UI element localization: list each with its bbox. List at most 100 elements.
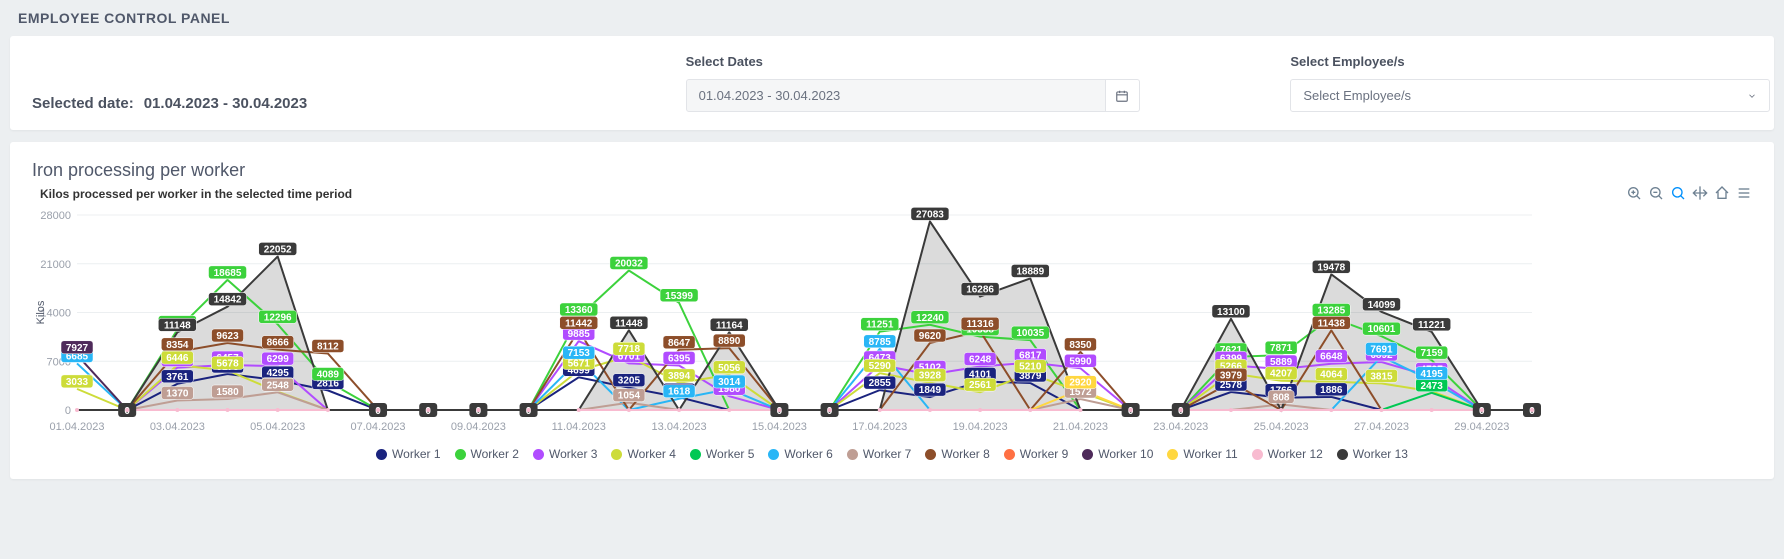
svg-text:11448: 11448 [615,318,643,329]
svg-text:1370: 1370 [166,388,189,399]
svg-text:10035: 10035 [1016,328,1044,339]
legend-item[interactable]: Worker 11 [1167,447,1237,461]
legend-dot [1252,449,1263,460]
svg-text:1849: 1849 [919,385,942,396]
svg-text:05.04.2023: 05.04.2023 [250,421,305,433]
legend-dot [768,449,779,460]
legend-item[interactable]: Worker 12 [1252,447,1323,461]
svg-text:28000: 28000 [40,210,71,222]
svg-text:12240: 12240 [916,313,944,324]
svg-text:17.04.2023: 17.04.2023 [852,421,907,433]
svg-text:27.04.2023: 27.04.2023 [1354,421,1409,433]
date-field-label: Select Dates [686,54,1271,69]
chart-subtitle: Kilos processed per worker in the select… [40,187,1752,201]
svg-text:2578: 2578 [1220,380,1243,391]
svg-text:3033: 3033 [66,377,89,388]
svg-text:5290: 5290 [869,361,892,372]
legend-label: Worker 4 [627,447,675,461]
svg-text:2473: 2473 [1421,381,1444,392]
legend-item[interactable]: Worker 9 [1004,447,1068,461]
calendar-button[interactable] [1106,79,1140,112]
legend-item[interactable]: Worker 10 [1082,447,1153,461]
legend-label: Worker 3 [549,447,597,461]
svg-text:0: 0 [65,405,71,417]
zoom-in-icon[interactable] [1626,185,1642,201]
svg-text:2548: 2548 [267,380,290,391]
svg-text:16286: 16286 [966,285,994,296]
filters-card: Selected date: 01.04.2023 - 30.04.2023 S… [10,36,1774,130]
date-range-input[interactable] [686,79,1106,112]
legend-item[interactable]: Worker 7 [847,447,911,461]
legend-label: Worker 8 [941,447,989,461]
svg-text:5056: 5056 [718,363,741,374]
svg-text:3761: 3761 [166,372,189,383]
legend-item[interactable]: Worker 4 [611,447,675,461]
svg-text:14099: 14099 [1368,300,1396,311]
svg-text:03.04.2023: 03.04.2023 [150,421,205,433]
svg-text:8354: 8354 [166,340,189,351]
svg-text:18889: 18889 [1016,266,1044,277]
svg-text:12296: 12296 [264,312,292,323]
svg-text:808: 808 [1273,392,1290,403]
employee-select[interactable]: Select Employee/s [1290,79,1770,112]
legend-item[interactable]: Worker 8 [925,447,989,461]
selected-date-value: 01.04.2023 - 30.04.2023 [144,95,307,112]
legend-label: Worker 12 [1268,447,1323,461]
svg-text:9623: 9623 [216,331,239,342]
legend-item[interactable]: Worker 5 [690,447,754,461]
selection-zoom-icon[interactable] [1670,185,1686,201]
svg-text:07.04.2023: 07.04.2023 [351,421,406,433]
svg-text:11316: 11316 [966,319,994,330]
svg-text:4195: 4195 [1421,369,1444,380]
svg-text:5678: 5678 [216,358,239,369]
chart-toolbar [1626,185,1752,201]
svg-text:13.04.2023: 13.04.2023 [652,421,707,433]
zoom-out-icon[interactable] [1648,185,1664,201]
svg-text:2561: 2561 [969,380,992,391]
svg-text:1886: 1886 [1320,385,1343,396]
svg-text:11221: 11221 [1418,320,1446,331]
svg-text:6395: 6395 [668,353,691,364]
svg-text:14842: 14842 [214,295,242,306]
svg-text:8647: 8647 [668,338,691,349]
legend-dot [690,449,701,460]
svg-text:5210: 5210 [1019,362,1042,373]
svg-text:5889: 5889 [1270,357,1293,368]
legend-label: Worker 11 [1183,447,1237,461]
svg-text:25.04.2023: 25.04.2023 [1254,421,1309,433]
svg-text:11148: 11148 [164,320,191,331]
svg-text:8785: 8785 [869,337,892,348]
pan-icon[interactable] [1692,185,1708,201]
legend-item[interactable]: Worker 6 [768,447,832,461]
svg-text:Kilos: Kilos [35,300,47,324]
svg-text:1580: 1580 [216,387,239,398]
svg-text:23.04.2023: 23.04.2023 [1153,421,1208,433]
legend-item[interactable]: Worker 3 [533,447,597,461]
legend-dot [455,449,466,460]
reset-icon[interactable] [1714,185,1730,201]
legend-dot [533,449,544,460]
svg-text:27083: 27083 [916,209,944,220]
svg-text:21.04.2023: 21.04.2023 [1053,421,1108,433]
svg-text:3014: 3014 [718,377,741,388]
svg-text:1054: 1054 [618,391,641,402]
legend-label: Worker 13 [1353,447,1408,461]
legend-item[interactable]: Worker 1 [376,447,440,461]
svg-text:3894: 3894 [668,371,691,382]
menu-icon[interactable] [1736,185,1752,201]
svg-text:18685: 18685 [214,268,242,279]
svg-text:09.04.2023: 09.04.2023 [451,421,506,433]
svg-text:8112: 8112 [317,342,339,353]
calendar-icon [1115,89,1129,103]
legend-label: Worker 2 [471,447,519,461]
legend-item[interactable]: Worker 2 [455,447,519,461]
legend-item[interactable]: Worker 13 [1337,447,1408,461]
svg-text:3928: 3928 [919,371,942,382]
legend-dot [376,449,387,460]
svg-text:4089: 4089 [317,370,340,381]
legend-dot [1167,449,1178,460]
chart-title: Iron processing per worker [32,160,1752,181]
legend-dot [1082,449,1093,460]
svg-text:1618: 1618 [668,387,691,398]
legend-label: Worker 7 [863,447,911,461]
